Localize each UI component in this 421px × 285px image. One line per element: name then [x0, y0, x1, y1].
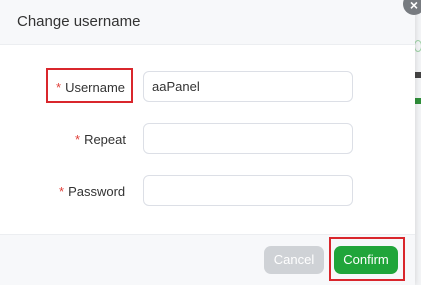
- repeat-label-text: Repeat: [84, 132, 126, 147]
- background-status-icon: [414, 40, 421, 52]
- required-mark: *: [59, 184, 65, 199]
- username-label-text: Username: [65, 80, 126, 95]
- cancel-button[interactable]: Cancel: [264, 246, 324, 274]
- password-input[interactable]: [143, 175, 353, 206]
- dialog-title: Change username: [17, 13, 141, 30]
- required-mark: *: [75, 132, 81, 147]
- password-label-text: Password: [68, 184, 126, 199]
- confirm-button[interactable]: Confirm: [334, 246, 398, 274]
- background-text-fragment: [414, 72, 421, 78]
- username-input[interactable]: [143, 71, 353, 102]
- required-mark: *: [56, 80, 62, 95]
- dialog-header: Change username: [0, 0, 415, 45]
- screen: Change username *Username *Repeat *Passw…: [0, 0, 421, 285]
- password-label: * Password: [59, 184, 125, 199]
- username-label: * Username: [56, 80, 125, 95]
- change-username-dialog: Change username *Username *Repeat *Passw…: [0, 0, 415, 285]
- repeat-label: * Repeat: [75, 132, 126, 147]
- repeat-username-input[interactable]: [143, 123, 353, 154]
- background-text-fragment: [414, 98, 421, 104]
